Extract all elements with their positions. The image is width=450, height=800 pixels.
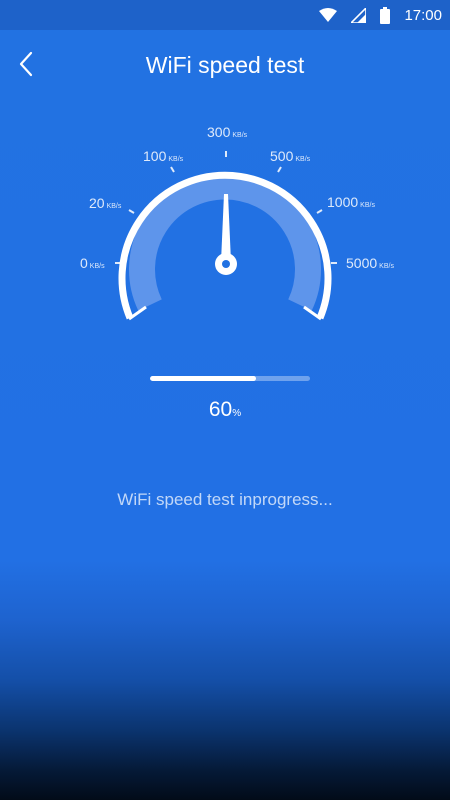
progress-percent: 60% [0, 398, 450, 422]
gauge-label-300: 300 KB/s [207, 124, 248, 140]
tick-mark-100 [170, 166, 175, 173]
progress-bar [150, 376, 310, 381]
progress-bar-fill [150, 376, 256, 381]
speed-gauge: 0 KB/s 20 KB/s 100 KB/s 300 KB/s 500 KB/s 100… [80, 124, 394, 321]
gauge-label-5000: 5000 KB/s [346, 255, 394, 271]
gauge-label-1000: 1000 KB/s [327, 194, 375, 210]
tick-mark-1000 [316, 209, 323, 214]
progress-percent-unit: % [232, 408, 242, 419]
gauge-label-100: 100 KB/s [143, 148, 184, 164]
tick-mark-20 [128, 209, 135, 214]
status-message: WiFi speed test inprogress... [117, 490, 333, 509]
gauge-hub-center [222, 260, 230, 268]
progress-percent-value: 60 [208, 398, 233, 421]
gauge-label-500: 500 KB/s [270, 148, 311, 164]
tick-mark-500 [277, 166, 282, 173]
gauge-label-0: 0 KB/s [80, 255, 105, 271]
gauge-needle [221, 194, 231, 262]
gauge-label-20: 20 KB/s [89, 195, 122, 211]
